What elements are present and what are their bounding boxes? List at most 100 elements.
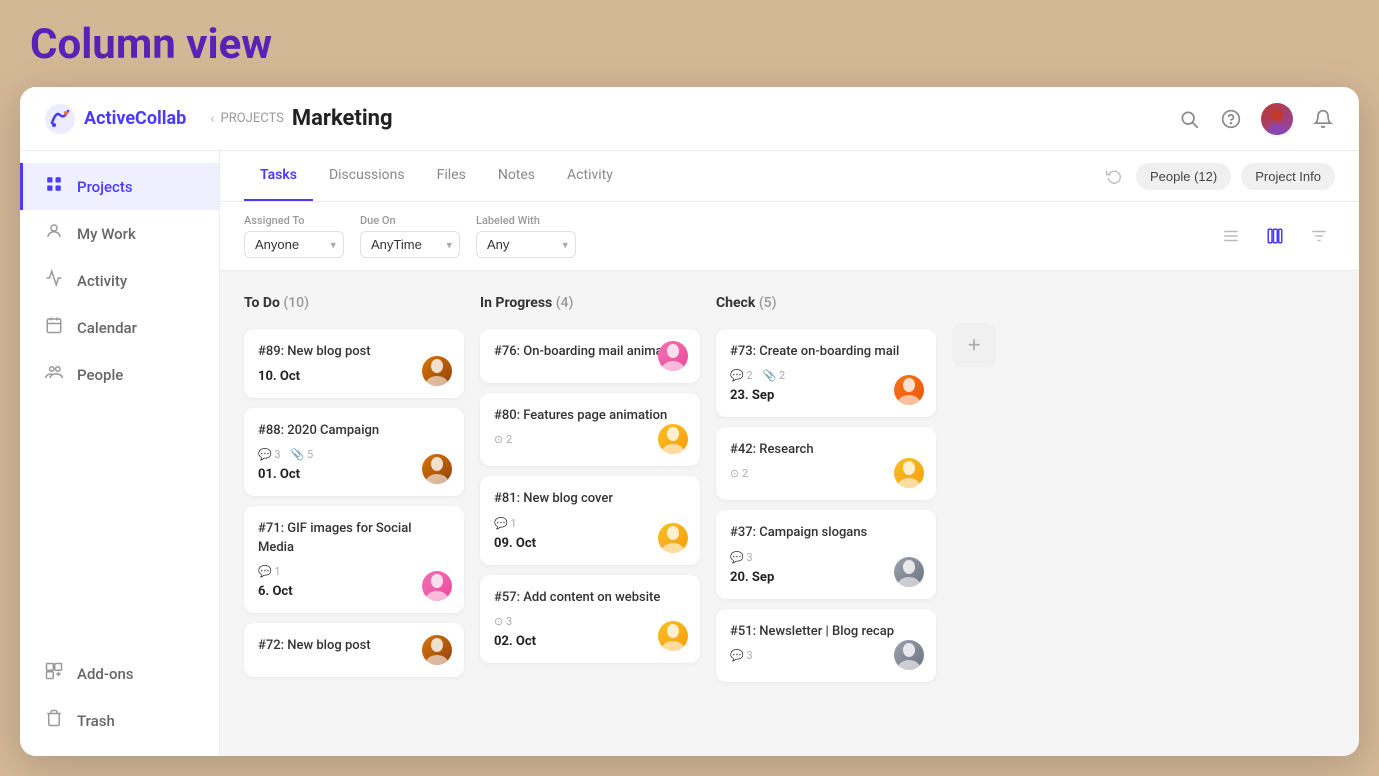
app-window: ActiveCollab ‹ PROJECTS Marketing [20,87,1359,756]
task-title-88: #88: 2020 Campaign [258,422,450,440]
sidebar-item-people[interactable]: People [20,351,219,398]
labeled-with-select-wrap: Any [476,231,576,258]
sidebar-item-projects[interactable]: Projects [20,163,219,210]
column-header-check: Check (5) [716,291,936,319]
sidebar-item-calendar[interactable]: Calendar [20,304,219,351]
subtask-count-42: ⊙ 2 [730,467,748,480]
task-title-76: #76: On-boarding mail animation [494,343,686,361]
subtask-count-57: ⊙ 3 [494,615,512,628]
list-view-icon[interactable] [1215,220,1247,252]
people-button[interactable]: People (12) [1136,163,1231,190]
assigned-to-select[interactable]: Anyone [244,231,344,258]
filter-bar: Assigned To Anyone Due On AnyTime [220,202,1359,271]
breadcrumb: ‹ PROJECTS [210,111,284,127]
column-inprogress: In Progress (4) #76: On-boarding mail an… [480,291,700,663]
breadcrumb-chevron-icon: ‹ [210,111,214,127]
comment-count-51: 💬 3 [730,649,753,662]
main-layout: Projects My Work [20,151,1359,756]
task-meta-81: 💬 1 [494,517,686,530]
column-header-todo: To Do (10) [244,291,464,319]
tabs-actions: People (12) Project Info [1102,163,1335,190]
due-on-filter: Due On AnyTime [360,214,460,258]
task-title-81: #81: New blog cover [494,490,686,508]
inprogress-count: (4) [556,295,574,311]
user-avatar[interactable] [1261,103,1293,135]
task-card-37[interactable]: #37: Campaign slogans 💬 3 20. Sep [716,510,936,598]
task-card-88[interactable]: #88: 2020 Campaign 💬 3 📎 5 01. Oct [244,408,464,496]
breadcrumb-projects[interactable]: PROJECTS [221,111,284,126]
task-avatar-73 [894,375,924,405]
attachment-count-73: 📎 2 [763,369,786,382]
task-title-80: #80: Features page animation [494,407,686,425]
todo-count: (10) [283,295,309,311]
task-avatar-81 [658,523,688,553]
due-on-select[interactable]: AnyTime [360,231,460,258]
logo-text: ActiveCollab [84,108,186,129]
comment-count-88: 💬 3 [258,448,281,461]
task-card-57[interactable]: #57: Add content on website ⊙ 3 02. Oct [480,575,700,663]
filter-view-icon[interactable] [1303,220,1335,252]
assigned-to-filter: Assigned To Anyone [244,214,344,258]
task-title-89: #89: New blog post [258,343,450,361]
check-count: (5) [759,295,777,311]
add-column-button[interactable]: + [952,323,996,367]
column-check: Check (5) #73: Create on-boarding mail 💬… [716,291,936,682]
sidebar-item-activity[interactable]: Activity [20,257,219,304]
task-meta-37: 💬 3 [730,551,922,564]
assigned-to-label: Assigned To [244,214,344,227]
sidebar: Projects My Work [20,151,220,756]
column-view-icon[interactable] [1259,220,1291,252]
task-card-71[interactable]: #71: GIF images for Social Media 💬 1 6. … [244,506,464,612]
task-avatar-37 [894,557,924,587]
tabs-bar: Tasks Discussions Files Notes Activity [220,151,1359,202]
sidebar-label-mywork: My Work [77,225,136,243]
sidebar-label-calendar: Calendar [77,319,137,337]
task-card-51[interactable]: #51: Newsletter | Blog recap 💬 3 [716,609,936,682]
task-card-76[interactable]: #76: On-boarding mail animation [480,329,700,383]
comment-count-71: 💬 1 [258,565,281,578]
header-right [1177,103,1335,135]
sidebar-item-addons[interactable]: Add-ons [20,650,219,697]
sidebar-item-trash[interactable]: Trash [20,697,219,744]
comment-count-37: 💬 3 [730,551,753,564]
calendar-icon [43,316,65,339]
task-avatar-57 [658,621,688,651]
labeled-with-label: Labeled With [476,214,576,227]
bell-icon[interactable] [1311,107,1335,131]
app-header: ActiveCollab ‹ PROJECTS Marketing [20,87,1359,151]
search-icon[interactable] [1177,107,1201,131]
sidebar-label-trash: Trash [77,712,115,730]
project-info-button[interactable]: Project Info [1241,163,1335,190]
task-card-42[interactable]: #42: Research ⊙ 2 [716,427,936,500]
tab-notes[interactable]: Notes [482,151,551,201]
sidebar-label-activity: Activity [77,272,127,290]
tab-discussions[interactable]: Discussions [313,151,421,201]
subtask-count-80: ⊙ 2 [494,433,512,446]
tab-activity[interactable]: Activity [551,151,629,201]
column-todo: To Do (10) #89: New blog post 10. Oct [244,291,464,677]
labeled-with-select[interactable]: Any [476,231,576,258]
task-avatar-89 [422,356,452,386]
tab-files[interactable]: Files [421,151,482,201]
content-area: Tasks Discussions Files Notes Activity [220,151,1359,756]
tab-tasks[interactable]: Tasks [244,151,313,201]
refresh-icon[interactable] [1102,164,1126,188]
logo-icon [44,103,76,135]
due-on-select-wrap: AnyTime [360,231,460,258]
attachment-count-88: 📎 5 [291,448,314,461]
people-icon [43,363,65,386]
task-card-72[interactable]: #72: New blog post [244,623,464,677]
due-on-label: Due On [360,214,460,227]
comment-count-73: 💬 2 [730,369,753,382]
tabs-list: Tasks Discussions Files Notes Activity [244,151,1102,201]
task-title-51: #51: Newsletter | Blog recap [730,623,922,641]
sidebar-label-people: People [77,366,123,384]
task-card-89[interactable]: #89: New blog post 10. Oct [244,329,464,398]
task-card-80[interactable]: #80: Features page animation ⊙ 2 [480,393,700,466]
task-card-81[interactable]: #81: New blog cover 💬 1 09. Oct [480,476,700,564]
help-icon[interactable] [1219,107,1243,131]
sidebar-item-mywork[interactable]: My Work [20,210,219,257]
task-card-73[interactable]: #73: Create on-boarding mail 💬 2 📎 2 23.… [716,329,936,417]
column-header-inprogress: In Progress (4) [480,291,700,319]
chart-icon [43,269,65,292]
